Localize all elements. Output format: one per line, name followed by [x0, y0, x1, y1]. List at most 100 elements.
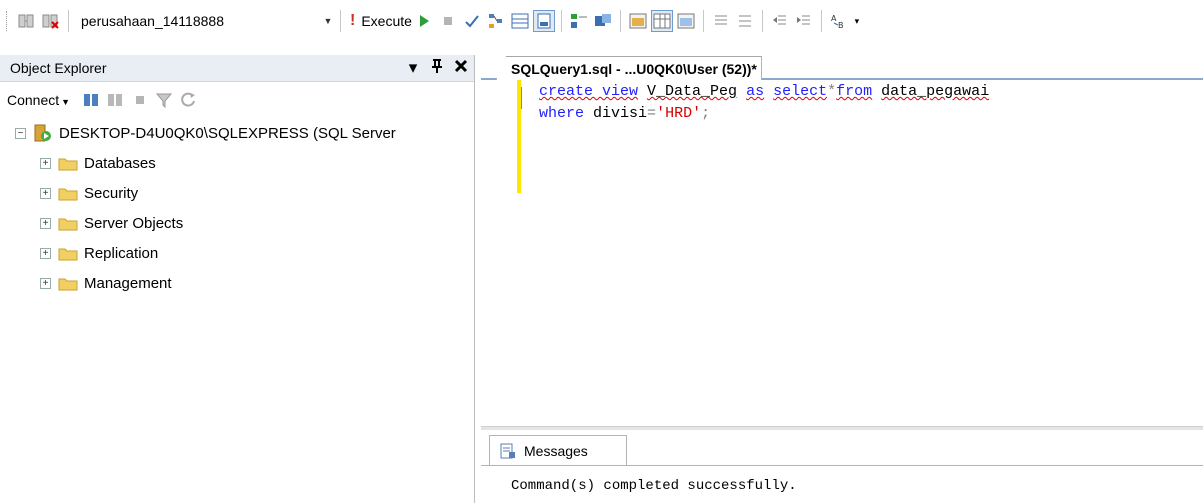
document-tab-strip: SQLQuery1.sql - ...U0QK0\User (52))* [481, 55, 1203, 80]
filter-icon[interactable] [153, 89, 175, 111]
connect-label: Connect [7, 92, 60, 108]
database-selector-value: perusahaan_14118888 [81, 13, 224, 29]
toolbar-overflow-icon[interactable]: ▾ [852, 10, 862, 32]
toolbar-grip[interactable] [6, 11, 9, 31]
tab-title: SQLQuery1.sql - ...U0QK0\User (52))* [511, 60, 757, 77]
messages-tab-label: Messages [524, 442, 588, 459]
disconnect-icon[interactable] [105, 89, 127, 111]
code-line-1[interactable]: create view V_Data_Peg as select*from da… [539, 83, 989, 100]
toolbar-separator [560, 10, 562, 32]
sql-code-editor[interactable]: create view V_Data_Peg as select*from da… [481, 80, 1203, 446]
connect-icon[interactable] [81, 89, 103, 111]
dropdown-arrow-icon[interactable]: ▾ [402, 58, 424, 78]
collapse-icon[interactable]: − [15, 127, 26, 139]
code-token-keyword: from [836, 83, 873, 100]
estimated-plan-icon[interactable] [485, 10, 507, 32]
result-message: Command(s) completed successfully. [511, 478, 797, 494]
folder-icon [58, 246, 78, 261]
code-token-keyword: where [539, 105, 585, 122]
connect-button[interactable]: Connect ▼ [7, 92, 70, 108]
results-to-icon[interactable] [509, 10, 531, 32]
chevron-down-icon: ▼ [61, 97, 71, 107]
parse-icon[interactable] [461, 10, 483, 32]
sqlcmd-icon[interactable] [675, 10, 697, 32]
execute-button[interactable]: ! Execute [350, 12, 412, 30]
tree-node-security[interactable]: + Security [15, 178, 474, 208]
code-token-keyword: select [773, 83, 828, 100]
outline-collapse-marker[interactable] [521, 87, 531, 109]
tree-node-label: Replication [84, 244, 159, 262]
expand-icon[interactable]: + [40, 157, 51, 169]
query-toolbar: perusahaan_14118888 ▼ ! Execute A B ▾ [0, 0, 1203, 42]
query-editor-panel: SQLQuery1.sql - ...U0QK0\User (52))* cre… [481, 55, 1203, 503]
specify-values-icon[interactable]: AB [828, 10, 850, 32]
folder-icon [58, 156, 78, 171]
tree-node-server-objects[interactable]: + Server Objects [15, 208, 474, 238]
refresh-icon[interactable] [177, 89, 199, 111]
comment-icon[interactable] [710, 10, 732, 32]
code-token-identifier: divisi [593, 105, 648, 122]
available-databases-icon[interactable] [40, 10, 62, 32]
pin-icon[interactable] [426, 58, 448, 79]
execute-icon: ! [350, 12, 356, 29]
folder-icon [58, 276, 78, 291]
code-token-identifier: V_Data_Peg [647, 83, 738, 100]
server-label: DESKTOP-D4U0QK0\SQLEXPRESS (SQL Server [59, 124, 396, 142]
change-connection-icon[interactable] [16, 10, 38, 32]
tree-node-replication[interactable]: + Replication [15, 238, 474, 268]
tab-sqlquery1[interactable]: SQLQuery1.sql - ...U0QK0\User (52))* [496, 56, 762, 80]
execute-label: Execute [361, 13, 412, 29]
expand-icon[interactable]: + [40, 247, 51, 259]
object-explorer-title: Object Explorer [10, 60, 107, 76]
close-icon[interactable] [450, 58, 472, 78]
object-explorer-panel: Object Explorer ▾ Connect ▼ − DESKTOP-D4… [0, 55, 475, 503]
code-token-operator: ; [701, 105, 711, 122]
tree-node-management[interactable]: + Management [15, 268, 474, 298]
decrease-indent-icon[interactable] [769, 10, 791, 32]
tree-node-databases[interactable]: + Databases [15, 148, 474, 178]
code-token-identifier: data_pegawai [881, 83, 990, 100]
uncomment-icon[interactable] [734, 10, 756, 32]
object-explorer-header: Object Explorer ▾ [0, 55, 474, 82]
tab-messages[interactable]: Messages [489, 435, 627, 465]
server-icon [33, 123, 53, 143]
toolbar-separator [702, 10, 704, 32]
chevron-down-icon[interactable]: ▼ [321, 16, 335, 26]
toolbar-separator [619, 10, 621, 32]
toolbar-separator [820, 10, 822, 32]
svg-text:A: A [831, 14, 837, 23]
results-divider [481, 465, 1203, 466]
cancel-icon[interactable] [437, 10, 459, 32]
code-token-keyword: as [746, 83, 765, 100]
include-plan-icon[interactable] [592, 10, 614, 32]
messages-icon [500, 443, 516, 459]
tree-node-label: Databases [84, 154, 156, 172]
object-explorer-toolbar: Connect ▼ [0, 82, 474, 118]
code-line-2[interactable]: where divisi='HRD'; [539, 105, 710, 122]
tree-node-label: Management [84, 274, 172, 292]
client-stats-icon[interactable] [650, 10, 673, 32]
tree-node-label: Security [84, 184, 139, 202]
toolbar-separator [340, 10, 341, 32]
intellisense-icon[interactable] [568, 10, 590, 32]
code-token-operator: * [827, 83, 837, 100]
code-token-operator: = [647, 105, 657, 122]
expand-icon[interactable]: + [40, 217, 51, 229]
debug-icon[interactable] [413, 10, 435, 32]
tree-node-server[interactable]: − DESKTOP-D4U0QK0\SQLEXPRESS (SQL Server [15, 118, 474, 148]
code-token-string: 'HRD' [656, 105, 702, 122]
expand-icon[interactable]: + [40, 187, 51, 199]
query-options-icon[interactable] [532, 10, 555, 32]
svg-text:B: B [838, 21, 844, 29]
stop-icon[interactable] [129, 89, 151, 111]
include-stats-icon[interactable] [627, 10, 649, 32]
database-selector[interactable]: perusahaan_14118888 ▼ [77, 9, 335, 33]
object-explorer-tree: − DESKTOP-D4U0QK0\SQLEXPRESS (SQL Server… [0, 118, 474, 298]
toolbar-separator [761, 10, 763, 32]
tree-node-label: Server Objects [84, 214, 184, 232]
code-token-keyword: create view [539, 83, 639, 100]
expand-icon[interactable]: + [40, 277, 51, 289]
results-pane: Messages Command(s) completed successful… [481, 430, 1203, 503]
folder-icon [58, 216, 78, 231]
increase-indent-icon[interactable] [793, 10, 815, 32]
